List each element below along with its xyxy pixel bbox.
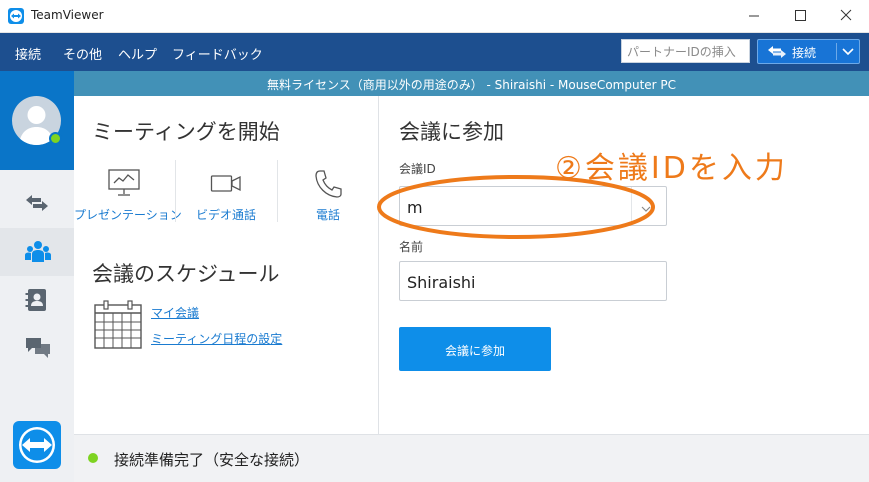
close-button[interactable] <box>823 0 869 32</box>
remote-control-arrows-icon <box>26 195 48 211</box>
meeting-people-icon <box>25 241 51 262</box>
join-meeting-button-label: 会議に参加 <box>444 344 505 358</box>
online-status-dot <box>49 132 62 145</box>
presentation-label: プレゼンテーション <box>74 208 182 222</box>
video-camera-icon <box>210 175 241 192</box>
menu-feedback[interactable]: フィードバック <box>172 44 263 63</box>
connect-button-label: 接続 <box>792 46 817 60</box>
name-input[interactable]: Shiraishi <box>399 261 667 301</box>
join-meeting-button[interactable]: 会議に参加 <box>399 327 551 371</box>
calendar-icon <box>94 300 142 349</box>
status-indicator-dot <box>88 453 98 463</box>
sidebar-item-remote-control[interactable] <box>0 180 74 228</box>
connect-arrows-icon <box>768 46 786 58</box>
contacts-book-icon <box>25 289 46 311</box>
phone-label: 電話 <box>315 208 340 222</box>
status-bar: 接続準備完了（安全な接続） <box>74 434 869 482</box>
presentation-option[interactable]: プレゼンテーション <box>74 160 182 228</box>
video-call-option[interactable]: ビデオ通話 <box>176 160 276 228</box>
maximize-button[interactable] <box>777 0 823 32</box>
sidebar-item-meeting[interactable] <box>0 228 74 276</box>
schedule-title: 会議のスケジュール <box>92 262 280 286</box>
connect-button-divider <box>836 43 837 60</box>
video-call-label: ビデオ通話 <box>195 208 256 222</box>
menu-connection[interactable]: 接続 <box>15 44 41 63</box>
sidebar-item-chat[interactable] <box>0 324 74 372</box>
menu-other[interactable]: その他 <box>63 44 102 63</box>
menu-help[interactable]: ヘルプ <box>118 44 157 63</box>
chevron-down-icon[interactable] <box>842 46 854 56</box>
phone-option[interactable]: 電話 <box>278 160 378 228</box>
license-text: 無料ライセンス（商用以外の用途のみ） - Shiraishi - MouseCo… <box>266 78 677 92</box>
minimize-button[interactable] <box>731 0 777 32</box>
partner-id-input[interactable]: パートナーIDの挿入 <box>621 39 750 63</box>
connect-button[interactable]: 接続 <box>757 39 860 64</box>
sidebar-profile <box>0 71 74 170</box>
schedule-meeting-link[interactable]: ミーティング日程の設定 <box>151 330 282 347</box>
annotation-text: ②会議IDを入力 <box>555 151 788 186</box>
license-bar: 無料ライセンス（商用以外の用途のみ） - Shiraishi - MouseCo… <box>74 71 869 96</box>
join-meeting-title: 会議に参加 <box>399 120 504 144</box>
chat-bubbles-icon <box>26 338 50 358</box>
title-bar: TeamViewer <box>0 0 869 33</box>
status-text: 接続準備完了（安全な接続） <box>114 451 310 469</box>
meeting-start-title: ミーティングを開始 <box>92 120 280 144</box>
presentation-icon <box>108 169 140 196</box>
phone-icon <box>315 170 342 198</box>
window-title: TeamViewer <box>31 8 104 22</box>
teamviewer-logo-icon <box>8 8 24 24</box>
teamviewer-brand-icon[interactable] <box>13 421 61 469</box>
my-meetings-link[interactable]: マイ会議 <box>151 304 199 321</box>
menu-toolbar: 接続 その他 ヘルプ フィードバック パートナーIDの挿入 接続 <box>0 33 869 71</box>
sidebar <box>0 71 74 482</box>
sidebar-item-contacts[interactable] <box>0 276 74 324</box>
